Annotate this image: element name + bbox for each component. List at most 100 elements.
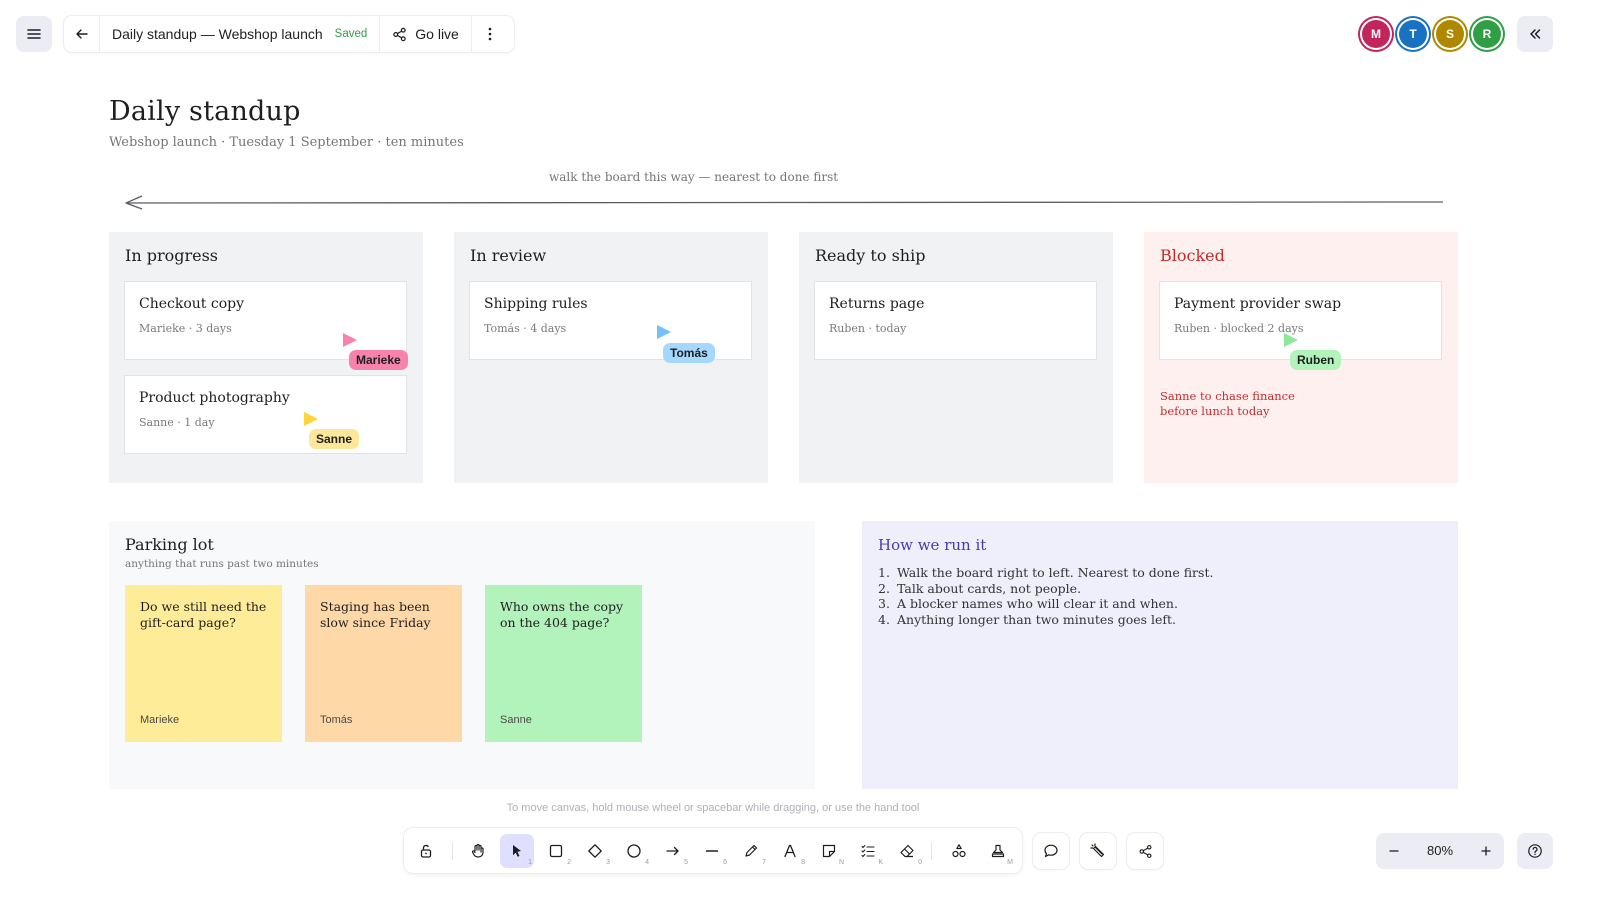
tool-sticky-note[interactable]: N xyxy=(812,834,846,868)
board-subtitle[interactable]: Webshop launch · Tuesday 1 September · t… xyxy=(109,135,464,150)
shapes-icon xyxy=(952,844,966,858)
task-card[interactable]: Checkout copy Marieke · 3 days xyxy=(124,281,407,360)
cursor-pointer-icon xyxy=(1284,333,1298,347)
tool-divider xyxy=(931,842,932,860)
go-live-button[interactable]: Go live xyxy=(380,16,472,52)
tool-rectangle[interactable]: 2 xyxy=(539,834,573,868)
zoom-level[interactable]: 80% xyxy=(1412,833,1468,869)
avatar[interactable]: M xyxy=(1362,20,1390,48)
sticky-note[interactable]: Who owns the copy on the 404 page? Sanne xyxy=(485,585,642,742)
share-icon xyxy=(393,27,406,41)
tool-checklist[interactable]: K xyxy=(851,834,885,868)
share-icon xyxy=(1139,844,1151,858)
list-item: 3. A blocker names who will clear it and … xyxy=(878,596,1178,612)
card-meta: Sanne · 1 day xyxy=(139,416,215,429)
tool-key: 8 xyxy=(801,859,805,866)
tool-text[interactable]: 8 xyxy=(773,834,807,868)
blocked-note[interactable]: Sanne to chase finance before lunch toda… xyxy=(1160,389,1310,419)
tool-eraser[interactable]: 0 xyxy=(890,834,924,868)
avatar[interactable]: S xyxy=(1436,20,1464,48)
tool-shapes-library[interactable] xyxy=(942,834,976,868)
tool-diamond[interactable]: 3 xyxy=(578,834,612,868)
card-title: Shipping rules xyxy=(484,296,588,312)
cursor-pointer-icon xyxy=(304,412,318,426)
laser-pointer-button[interactable] xyxy=(1080,833,1116,869)
column-in-progress[interactable]: In progress Checkout copy Marieke · 3 da… xyxy=(109,232,423,483)
kebab-icon xyxy=(488,27,492,41)
card-meta: Tomás · 4 days xyxy=(484,322,567,335)
list-item: 1. Walk the board right to left. Nearest … xyxy=(878,565,1214,580)
tool-arrow[interactable]: 5 xyxy=(656,834,690,868)
tool-key: 5 xyxy=(684,859,688,866)
column-blocked[interactable]: Blocked Payment provider swap Ruben · bl… xyxy=(1144,232,1458,483)
zoom-out-button[interactable] xyxy=(1376,833,1412,869)
zoom-in-button[interactable] xyxy=(1468,833,1504,869)
walk-direction-arrow[interactable] xyxy=(120,193,1450,213)
parking-lot-frame[interactable]: Parking lot anything that runs past two … xyxy=(109,521,815,789)
sticky-note[interactable]: Do we still need the gift-card page? Mar… xyxy=(125,585,282,742)
tool-key: 6 xyxy=(723,859,727,866)
tool-key: K xyxy=(878,859,883,866)
unlock-icon xyxy=(420,844,432,858)
tool-select[interactable]: 1 xyxy=(500,834,534,868)
column-title: In progress xyxy=(125,246,219,265)
column-in-review[interactable]: In review Shipping rules Tomás · 4 days … xyxy=(454,232,768,483)
document-title[interactable]: Daily standup — Webshop launch Saved xyxy=(100,16,381,52)
tool-ellipse[interactable]: 4 xyxy=(617,834,651,868)
tool-divider xyxy=(452,842,453,860)
task-card[interactable]: Payment provider swap Ruben · blocked 2 … xyxy=(1159,281,1442,360)
avatar[interactable]: T xyxy=(1399,20,1427,48)
card-title: Returns page xyxy=(829,296,925,312)
tool-hand[interactable] xyxy=(461,834,495,868)
step-text: Talk about cards, not people. xyxy=(897,580,1082,596)
tool-key: 2 xyxy=(567,859,571,866)
cursor-pointer-icon xyxy=(657,325,671,339)
tool-key: 4 xyxy=(645,859,649,866)
tool-draw[interactable]: 7 xyxy=(734,834,768,868)
more-options-button[interactable] xyxy=(472,16,508,52)
step-text: Anything longer than two minutes goes le… xyxy=(897,611,1177,627)
sticky-note-icon xyxy=(822,844,836,858)
how-we-run-it-title: How we run it xyxy=(878,536,987,554)
step-text: A blocker names who will clear it and wh… xyxy=(897,596,1178,612)
collapse-sidebar-button[interactable] xyxy=(1517,16,1553,52)
checklist-icon xyxy=(861,844,875,858)
pointer-icon xyxy=(513,845,521,857)
cursor-pointer-icon xyxy=(343,333,357,347)
sticky-author: Tomás xyxy=(320,714,353,726)
tool-key: 0 xyxy=(918,859,922,866)
tool-line[interactable]: 6 xyxy=(695,834,729,868)
column-title: In review xyxy=(470,246,547,265)
text-icon xyxy=(784,844,796,858)
diamond-icon xyxy=(588,844,602,858)
comment-button[interactable] xyxy=(1033,833,1069,869)
walk-hint[interactable]: walk the board this way — nearest to don… xyxy=(549,170,838,184)
avatar[interactable]: R xyxy=(1473,20,1501,48)
plus-icon xyxy=(1481,846,1491,856)
zoom-control: 80% xyxy=(1376,833,1504,869)
tool-key: N xyxy=(838,859,844,866)
sticky-author: Marieke xyxy=(140,714,180,726)
column-title: Blocked xyxy=(1160,246,1225,265)
eraser-icon xyxy=(900,844,914,858)
ellipse-icon xyxy=(627,844,641,858)
help-button[interactable] xyxy=(1517,833,1553,869)
tool-stamp[interactable]: M xyxy=(981,834,1015,868)
card-title: Checkout copy xyxy=(139,296,244,312)
sticky-note[interactable]: Staging has been slow since Friday Tomás xyxy=(305,585,462,742)
tool-key: 3 xyxy=(606,859,610,866)
board-title[interactable]: Daily standup xyxy=(109,96,301,127)
column-title: Ready to ship xyxy=(815,246,926,265)
column-ready-to-ship[interactable]: Ready to ship Returns page Ruben · today xyxy=(799,232,1113,483)
task-card[interactable]: Product photography Sanne · 1 day xyxy=(124,375,407,454)
back-button[interactable] xyxy=(64,16,100,52)
parking-lot-title: Parking lot xyxy=(125,535,214,554)
how-we-run-it-panel[interactable]: How we run it 1. Walk the board right to … xyxy=(862,521,1458,789)
menu-button[interactable] xyxy=(16,16,52,52)
tool-lock[interactable] xyxy=(409,834,443,868)
share-button[interactable] xyxy=(1127,833,1163,869)
minus-icon xyxy=(1389,850,1399,852)
tool-key: M xyxy=(1007,859,1013,866)
task-card[interactable]: Returns page Ruben · today xyxy=(814,281,1097,360)
help-icon xyxy=(1528,844,1542,858)
